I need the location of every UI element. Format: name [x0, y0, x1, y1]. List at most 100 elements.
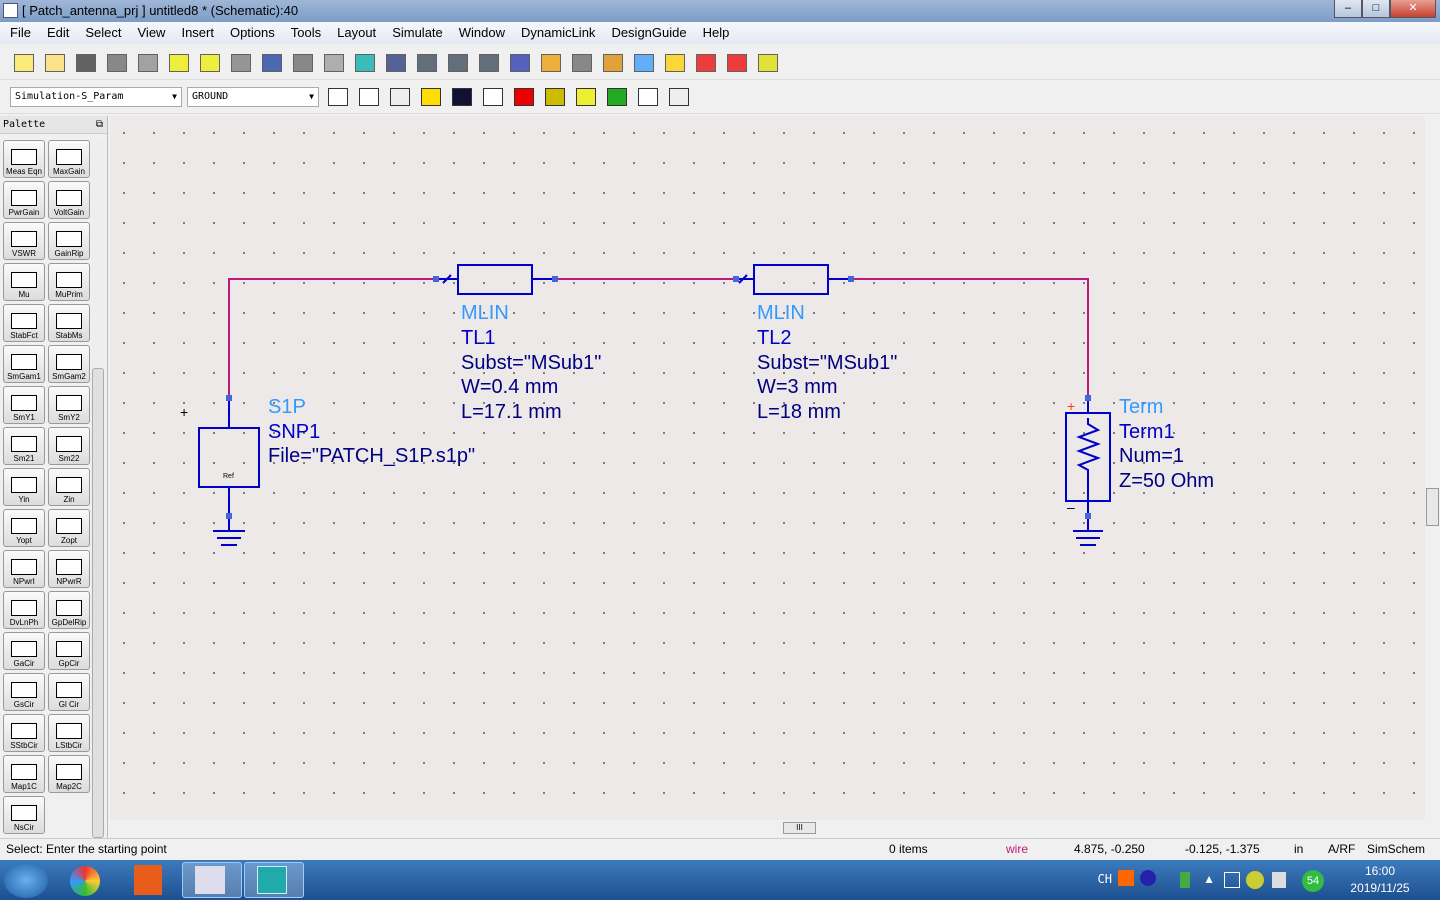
palette-item-zopt[interactable]: Zopt: [48, 509, 90, 547]
menu-window[interactable]: Window: [451, 22, 513, 44]
maximize-button[interactable]: □: [1362, 0, 1390, 18]
pop-out-hierarchy-icon[interactable]: [568, 50, 596, 76]
library-select[interactable]: Simulation-S_Param: [10, 86, 182, 107]
undo-icon[interactable]: [258, 50, 286, 76]
generate-layout-icon[interactable]: [603, 84, 631, 110]
schematic-canvas[interactable]: [110, 116, 1426, 820]
menu-simulate[interactable]: Simulate: [384, 22, 451, 44]
insert-component-icon[interactable]: [661, 50, 689, 76]
data-window-icon[interactable]: [634, 84, 662, 110]
clock-time[interactable]: 16:00: [1340, 864, 1420, 878]
data-display-icon[interactable]: [448, 84, 476, 110]
network-icon[interactable]: [1224, 872, 1240, 888]
palette-item-gpdelrip[interactable]: GpDelRip: [48, 591, 90, 629]
vertical-scrollbar[interactable]: [1425, 116, 1440, 820]
close-button[interactable]: ✕: [1390, 0, 1436, 18]
wire-icon[interactable]: [479, 84, 507, 110]
palette-item-maxgain[interactable]: MaxGain: [48, 140, 90, 178]
palette-item-map2c[interactable]: Map2C: [48, 755, 90, 793]
menu-file[interactable]: File: [2, 22, 39, 44]
palette-item-meas-eqn[interactable]: Meas Eqn: [3, 140, 45, 178]
zoom-area-icon[interactable]: [382, 50, 410, 76]
palette-item-npwrr[interactable]: NPwrR: [48, 550, 90, 588]
taskbar-app-ads-main[interactable]: [182, 862, 242, 898]
palette-item-lstbcir[interactable]: LStbCir: [48, 714, 90, 752]
new-folder-icon[interactable]: [10, 50, 38, 76]
zoom-icon[interactable]: [413, 50, 441, 76]
palette-item-voltgain[interactable]: VoltGain: [48, 181, 90, 219]
horizontal-scrollbar[interactable]: III: [110, 820, 1425, 836]
show-hidden-icons[interactable]: ▲: [1203, 872, 1215, 886]
badge-counter[interactable]: 54: [1302, 870, 1324, 892]
save-data-icon[interactable]: [665, 84, 693, 110]
menu-tools[interactable]: Tools: [283, 22, 329, 44]
select-pointer-icon[interactable]: [134, 50, 162, 76]
zoom-out-icon[interactable]: [475, 50, 503, 76]
input-language[interactable]: CH: [1098, 872, 1112, 886]
zoom-in-icon[interactable]: [444, 50, 472, 76]
palette-item-vswr[interactable]: VSWR: [3, 222, 45, 260]
palette-item-yin[interactable]: Yin: [3, 468, 45, 506]
deactivate-short-icon[interactable]: [723, 50, 751, 76]
palette-item-gscir[interactable]: GsCir: [3, 673, 45, 711]
palette-item-npwri[interactable]: NPwrI: [3, 550, 45, 588]
move-icon[interactable]: [351, 50, 379, 76]
rotate-icon[interactable]: [320, 50, 348, 76]
palette-item-muprim[interactable]: MuPrim: [48, 263, 90, 301]
menu-select[interactable]: Select: [77, 22, 129, 44]
port-icon[interactable]: [324, 84, 352, 110]
palette-item-sstbcir[interactable]: SStbCir: [3, 714, 45, 752]
usb-icon[interactable]: [1180, 872, 1190, 888]
tune-wand-icon[interactable]: [754, 50, 782, 76]
fit-icon[interactable]: [506, 50, 534, 76]
start-button[interactable]: [4, 862, 48, 898]
print-icon[interactable]: [103, 50, 131, 76]
palette-item-yopt[interactable]: Yopt: [3, 509, 45, 547]
open-folder-icon[interactable]: [41, 50, 69, 76]
component-select[interactable]: GROUND: [187, 86, 319, 107]
palette-item-pwrgain[interactable]: PwrGain: [3, 181, 45, 219]
name-icon[interactable]: [510, 84, 538, 110]
redo-icon[interactable]: [289, 50, 317, 76]
palette-item-smy1[interactable]: SmY1: [3, 386, 45, 424]
palette-item-smy2[interactable]: SmY2: [48, 386, 90, 424]
restore-icon[interactable]: ⧉: [96, 116, 103, 134]
minimize-button[interactable]: –: [1334, 0, 1362, 18]
menu-help[interactable]: Help: [695, 22, 738, 44]
palette-item-stabms[interactable]: StabMs: [48, 304, 90, 342]
palette-item-gpcir[interactable]: GpCir: [48, 632, 90, 670]
taskbar-app-pdf[interactable]: [124, 862, 184, 898]
palette-item-mu[interactable]: Mu: [3, 263, 45, 301]
insert-port-icon[interactable]: [630, 50, 658, 76]
menu-edit[interactable]: Edit: [39, 22, 77, 44]
palette-item-nscir[interactable]: NsCir: [3, 796, 45, 834]
deactivate-icon[interactable]: [692, 50, 720, 76]
palette-item-gl-cir[interactable]: Gl Cir: [48, 673, 90, 711]
delete-trash-icon[interactable]: [227, 50, 255, 76]
tuning-fork-icon[interactable]: [572, 84, 600, 110]
security-icon[interactable]: [1246, 871, 1264, 889]
palette-item-dvlnph[interactable]: DvLnPh: [3, 591, 45, 629]
mirror-y-icon[interactable]: [196, 50, 224, 76]
palette-item-smgam2[interactable]: SmGam2: [48, 345, 90, 383]
taskbar-app-browser[interactable]: [62, 862, 122, 898]
help-icon[interactable]: [1140, 870, 1156, 886]
menu-insert[interactable]: Insert: [173, 22, 222, 44]
save-icon[interactable]: [72, 50, 100, 76]
palette-item-zin[interactable]: Zin: [48, 468, 90, 506]
palette-scrollbar[interactable]: [91, 138, 105, 838]
menu-dynamiclink[interactable]: DynamicLink: [513, 22, 603, 44]
sogou-icon[interactable]: [1118, 870, 1134, 886]
menu-layout[interactable]: Layout: [329, 22, 384, 44]
palette-item-gainrip[interactable]: GainRip: [48, 222, 90, 260]
menu-view[interactable]: View: [130, 22, 174, 44]
var-icon[interactable]: [386, 84, 414, 110]
palette-item-sm22[interactable]: Sm22: [48, 427, 90, 465]
mirror-x-icon[interactable]: [165, 50, 193, 76]
palette-item-smgam1[interactable]: SmGam1: [3, 345, 45, 383]
palette-item-map1c[interactable]: Map1C: [3, 755, 45, 793]
action-center-icon[interactable]: [1272, 872, 1286, 888]
menu-designguide[interactable]: DesignGuide: [603, 22, 694, 44]
menu-options[interactable]: Options: [222, 22, 283, 44]
push-into-hierarchy-icon[interactable]: [537, 50, 565, 76]
